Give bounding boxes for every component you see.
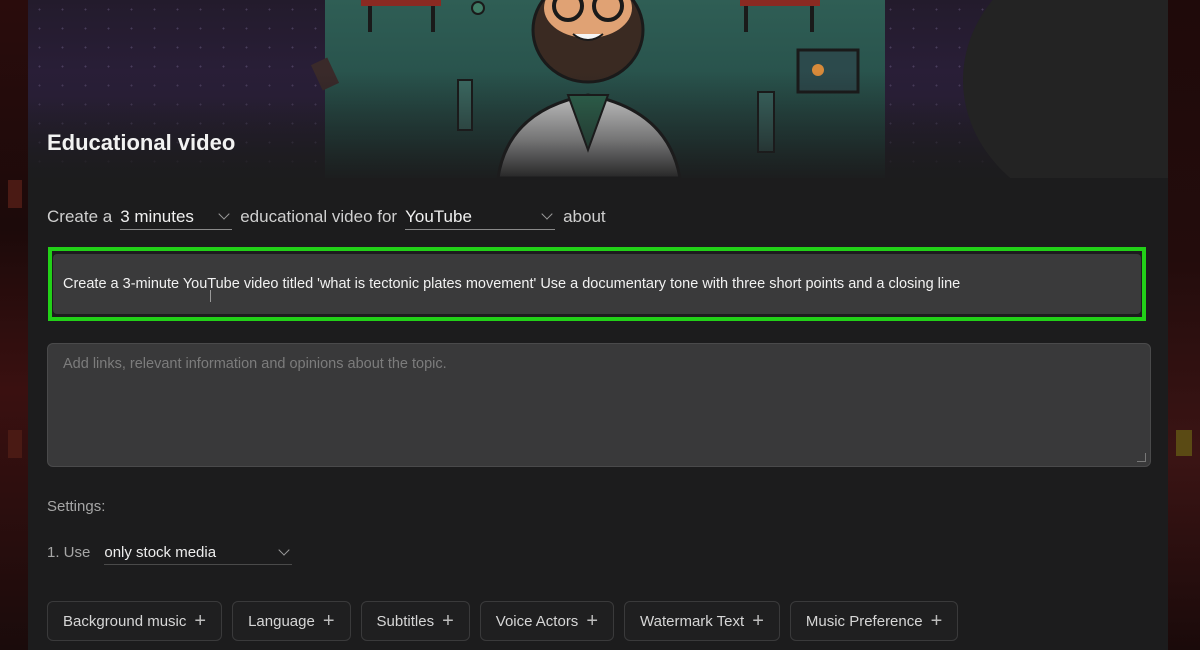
use-label: 1. Use xyxy=(47,544,91,561)
prompt-text-about: about xyxy=(563,207,606,226)
background-music-button[interactable]: Background music + xyxy=(47,601,223,641)
chip-label: Watermark Text xyxy=(640,612,745,630)
platform-value: YouTube xyxy=(405,206,472,226)
chip-label: Voice Actors xyxy=(495,612,579,630)
plus-icon: + xyxy=(194,610,207,632)
topic-highlight-box xyxy=(48,247,1146,321)
details-textarea[interactable]: Add links, relevant information and opin… xyxy=(47,343,1151,467)
duration-value: 3 minutes xyxy=(120,206,194,226)
prompt-text-middle: educational video for xyxy=(240,207,398,226)
background-left xyxy=(0,0,28,650)
overlay-blob xyxy=(963,0,1168,178)
settings-chips: Background music + Language + Subtitles … xyxy=(47,601,968,641)
chip-label: Language xyxy=(248,612,315,630)
chevron-down-icon xyxy=(278,543,291,556)
chip-label: Background music xyxy=(63,612,187,630)
media-setting-row: 1. Use only stock media xyxy=(47,540,300,565)
plus-icon: + xyxy=(930,610,943,632)
chevron-down-icon xyxy=(541,208,553,220)
chip-label: Music Preference xyxy=(805,612,923,630)
background-right xyxy=(1168,0,1200,650)
platform-dropdown[interactable]: YouTube xyxy=(405,205,556,230)
plus-icon: + xyxy=(442,610,454,632)
media-dropdown[interactable]: only stock media xyxy=(104,540,293,565)
plus-icon: + xyxy=(586,610,598,632)
plus-icon: + xyxy=(752,610,764,632)
details-placeholder: Add links, relevant information and opin… xyxy=(63,356,447,372)
chip-label: Subtitles xyxy=(376,612,435,630)
card-title: Educational video xyxy=(47,130,236,155)
chevron-down-icon xyxy=(218,208,230,220)
settings-label: Settings: xyxy=(47,498,106,515)
resize-handle-icon[interactable] xyxy=(1137,453,1146,462)
language-button[interactable]: Language + xyxy=(232,601,351,641)
template-card: Educational video Create a 3 minutes edu… xyxy=(28,0,1168,650)
prompt-sentence: Create a 3 minutes educational video for… xyxy=(47,204,606,230)
media-value: only stock media xyxy=(104,543,217,561)
voice-actors-button[interactable]: Voice Actors + xyxy=(479,601,614,641)
duration-dropdown[interactable]: 3 minutes xyxy=(120,205,233,230)
watermark-text-button[interactable]: Watermark Text + xyxy=(624,601,780,641)
prompt-text-create: Create a xyxy=(47,207,113,226)
music-preference-button[interactable]: Music Preference + xyxy=(789,601,959,641)
plus-icon: + xyxy=(322,610,335,632)
subtitles-button[interactable]: Subtitles + xyxy=(360,601,470,641)
